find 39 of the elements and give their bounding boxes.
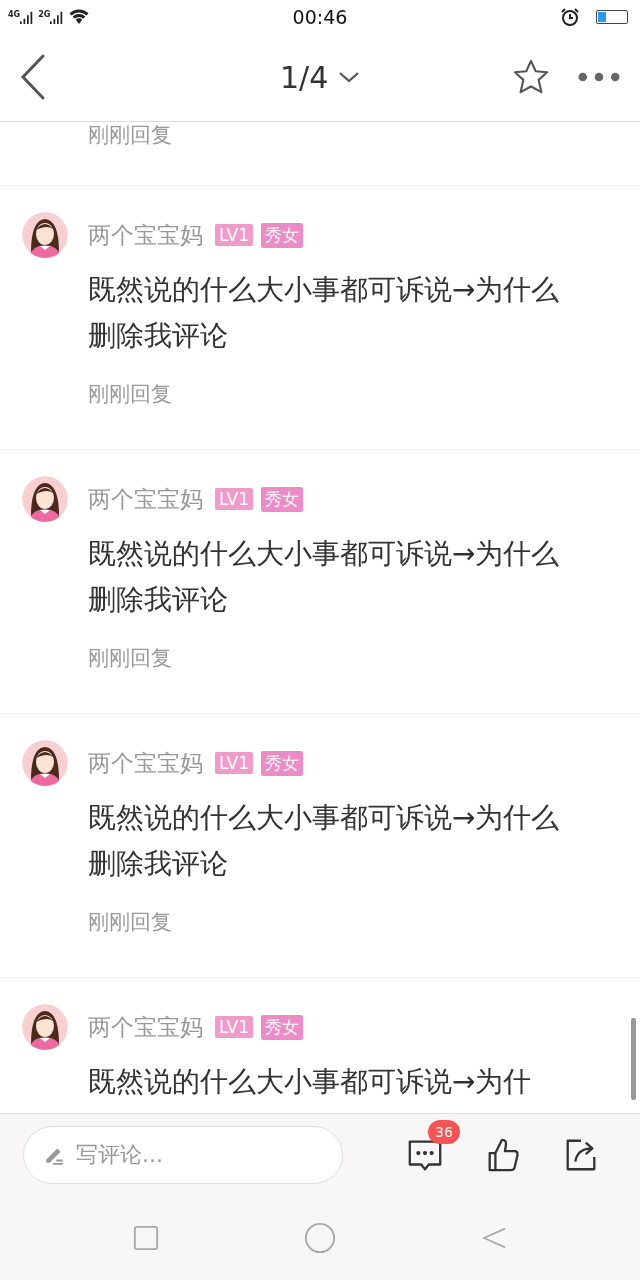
reply-time: 刚刚回复 xyxy=(88,122,173,149)
page-indicator[interactable]: 1/4 xyxy=(280,59,361,95)
back-icon[interactable] xyxy=(20,54,46,100)
comment-text: 既然说的什么大小事都可诉说→为什么删除我评论 xyxy=(88,272,561,354)
level-badge: LV1 xyxy=(215,488,254,510)
title-badge: 秀女 xyxy=(261,1014,304,1040)
title-badge: 秀女 xyxy=(261,750,304,776)
comment-text: 既然说的什么大小事都可诉说→为什么删除我评论 xyxy=(88,536,561,618)
comment-field[interactable]: 写评论... xyxy=(23,1125,343,1184)
user-name[interactable]: 两个宝宝妈 xyxy=(88,483,203,515)
user-name[interactable]: 两个宝宝妈 xyxy=(88,747,203,779)
signal-icon xyxy=(50,9,65,24)
wifi-icon xyxy=(68,8,91,25)
level-badge: LV1 xyxy=(215,1016,254,1038)
user-name[interactable]: 两个宝宝妈 xyxy=(88,219,203,251)
avatar xyxy=(22,1004,68,1050)
comment-text: 既然说的什么大小事都可诉说→为什 xyxy=(88,1064,533,1100)
reply-time: 刚刚回复 xyxy=(88,645,173,672)
comment-text: 既然说的什么大小事都可诉说→为什么删除我评论 xyxy=(88,800,561,882)
caret-icon xyxy=(338,71,361,83)
title-badge: 秀女 xyxy=(261,222,304,248)
avatar xyxy=(22,476,68,522)
more-icon[interactable] xyxy=(578,72,620,82)
alarm-icon xyxy=(560,6,580,27)
network-label: 4G xyxy=(8,9,21,19)
network-label: 2G xyxy=(38,9,51,19)
avatar xyxy=(22,212,68,258)
star-icon[interactable] xyxy=(512,58,550,96)
reply-time: 刚刚回复 xyxy=(88,381,173,408)
title-badge: 秀女 xyxy=(261,486,304,512)
clock-time: 00:46 xyxy=(292,5,348,28)
signal-icon xyxy=(20,9,35,24)
count-badge: 36 xyxy=(428,1119,460,1144)
level-badge: LV1 xyxy=(215,752,254,774)
battery-icon xyxy=(596,9,628,24)
avatar xyxy=(22,740,68,786)
level-badge: LV1 xyxy=(215,224,254,246)
user-name[interactable]: 两个宝宝妈 xyxy=(88,1011,203,1043)
reply-time: 刚刚回复 xyxy=(88,909,173,936)
